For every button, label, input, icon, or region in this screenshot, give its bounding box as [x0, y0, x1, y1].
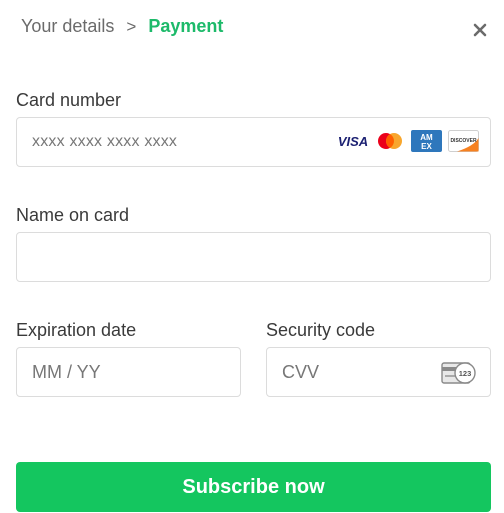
name-on-card-label: Name on card — [16, 205, 130, 225]
svg-text:DISCOVER: DISCOVER — [450, 138, 477, 144]
svg-text:EX: EX — [421, 142, 432, 151]
amex-icon: AM EX — [411, 130, 442, 152]
breadcrumb-your-details[interactable]: Your details — [21, 16, 114, 37]
cvv-icon-text: 123 — [459, 369, 472, 378]
name-on-card-field-wrapper — [16, 232, 491, 282]
breadcrumb-payment: Payment — [148, 16, 224, 36]
mastercard-icon — [378, 133, 402, 149]
card-brands: VISA AM EX DISCOVER — [337, 130, 479, 152]
visa-icon: VISA — [338, 134, 368, 149]
security-code-field-wrapper: 123 — [266, 347, 491, 397]
subscribe-now-button[interactable]: Subscribe now — [16, 462, 491, 512]
expiration-date-field-wrapper — [16, 347, 241, 397]
cvv-card-icon: 123 — [441, 362, 476, 384]
card-number-label: Card number — [16, 90, 122, 110]
discover-icon: DISCOVER — [448, 130, 479, 152]
svg-text:VISA: VISA — [338, 134, 368, 149]
close-button[interactable] — [470, 20, 490, 40]
security-code-label: Security code — [266, 320, 376, 340]
expiration-date-input[interactable] — [17, 348, 240, 396]
card-number-field-wrapper: VISA AM EX DISCOVER — [16, 117, 491, 167]
name-on-card-input[interactable] — [17, 233, 490, 281]
close-icon — [473, 23, 487, 37]
svg-text:AM: AM — [420, 133, 433, 142]
breadcrumb-separator: > — [126, 16, 137, 36]
expiration-date-label: Expiration date — [16, 320, 137, 340]
breadcrumb: Your details > Payment — [21, 16, 223, 37]
